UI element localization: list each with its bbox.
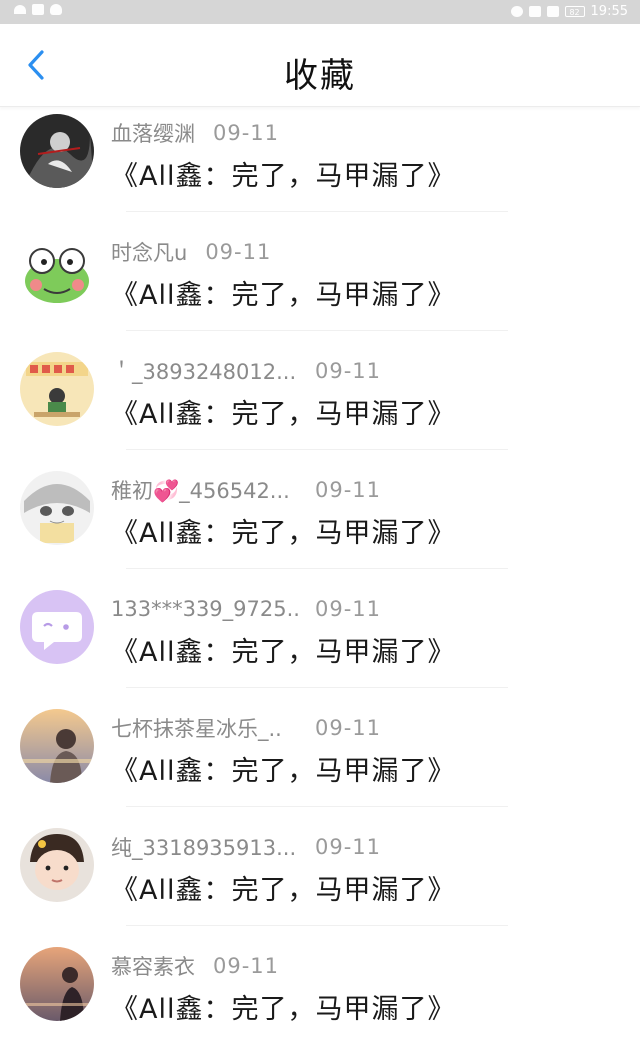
alarm-icon bbox=[528, 6, 541, 17]
avatar[interactable] bbox=[20, 709, 94, 783]
date: 09-11 bbox=[315, 716, 382, 740]
divider bbox=[126, 568, 508, 569]
exam-success-avatar-icon bbox=[20, 352, 94, 426]
date: 09-11 bbox=[315, 359, 382, 383]
username[interactable]: 纯_3318935913... bbox=[111, 832, 315, 862]
list-item[interactable]: ＇_3893248012... 09-11 《All鑫：完了，马甲漏了》 bbox=[0, 348, 640, 467]
page-title: 收藏 bbox=[284, 56, 356, 96]
date: 09-11 bbox=[213, 121, 280, 145]
avatar[interactable] bbox=[20, 828, 94, 902]
list-item[interactable]: 时念凡u 09-11 《All鑫：完了，马甲漏了》 bbox=[0, 229, 640, 348]
notification-icon bbox=[50, 4, 62, 15]
avatar[interactable] bbox=[20, 947, 94, 1021]
item-meta: 七杯抹茶星冰乐_.. 09-11 bbox=[111, 715, 381, 741]
avatar[interactable] bbox=[20, 114, 94, 188]
list-item[interactable]: 七杯抹茶星冰乐_.. 09-11 《All鑫：完了，马甲漏了》 bbox=[0, 705, 640, 824]
item-title[interactable]: 《All鑫：完了，马甲漏了》 bbox=[111, 630, 455, 669]
divider bbox=[126, 687, 508, 688]
avatar[interactable] bbox=[20, 471, 94, 545]
item-meta: 时念凡u 09-11 bbox=[111, 239, 271, 265]
status-time: 19:55 bbox=[590, 4, 628, 19]
username[interactable]: 慕容素衣 bbox=[111, 951, 195, 981]
username[interactable]: 133***339_9725.. bbox=[111, 597, 315, 621]
purple-chat-avatar-icon bbox=[20, 590, 94, 664]
list-item[interactable]: 纯_3318935913... 09-11 《All鑫：完了，马甲漏了》 bbox=[0, 824, 640, 943]
date: 09-11 bbox=[213, 954, 280, 978]
username[interactable]: ＇_3893248012... bbox=[111, 356, 315, 386]
divider bbox=[126, 211, 508, 212]
battery-icon: 82 bbox=[564, 6, 585, 17]
list-item[interactable]: 稚初💞_456542... 09-11 《All鑫：完了，马甲漏了》 bbox=[0, 467, 640, 586]
username[interactable]: 时念凡u bbox=[111, 237, 187, 267]
username[interactable]: 血落缨渊 bbox=[111, 118, 195, 148]
item-title[interactable]: 《All鑫：完了，马甲漏了》 bbox=[111, 868, 455, 907]
wifi-icon bbox=[14, 5, 26, 14]
avatar[interactable] bbox=[20, 590, 94, 664]
item-meta: 133***339_9725.. 09-11 bbox=[111, 596, 381, 622]
status-right-icons: 82 19:55 bbox=[510, 4, 628, 19]
dusk-silhouette-avatar-icon bbox=[20, 947, 94, 1021]
dark-anime-avatar-icon bbox=[20, 114, 94, 188]
item-title[interactable]: 《All鑫：完了，马甲漏了》 bbox=[111, 154, 455, 193]
divider bbox=[126, 449, 508, 450]
sketch-face-avatar-icon bbox=[20, 471, 94, 545]
list-item[interactable]: 慕容素衣 09-11 《All鑫：完了，马甲漏了》 bbox=[0, 943, 640, 1062]
item-meta: 慕容素衣 09-11 bbox=[111, 953, 279, 979]
item-title[interactable]: 《All鑫：完了，马甲漏了》 bbox=[111, 749, 455, 788]
item-meta: 稚初💞_456542... 09-11 bbox=[111, 477, 381, 503]
username[interactable]: 七杯抹茶星冰乐_.. bbox=[111, 713, 315, 743]
mute-icon bbox=[546, 6, 559, 17]
date: 09-11 bbox=[205, 240, 272, 264]
divider bbox=[126, 925, 508, 926]
item-title[interactable]: 《All鑫：完了，马甲漏了》 bbox=[111, 511, 455, 550]
divider bbox=[126, 806, 508, 807]
avatar[interactable] bbox=[20, 352, 94, 426]
username[interactable]: 稚初💞_456542... bbox=[111, 475, 315, 505]
item-title[interactable]: 《All鑫：完了，马甲漏了》 bbox=[111, 987, 455, 1026]
item-meta: ＇_3893248012... 09-11 bbox=[111, 358, 381, 384]
item-title[interactable]: 《All鑫：完了，马甲漏了》 bbox=[111, 273, 455, 312]
divider bbox=[126, 330, 508, 331]
sunset-girl-avatar-icon bbox=[20, 709, 94, 783]
avatar[interactable] bbox=[20, 233, 94, 307]
item-title[interactable]: 《All鑫：完了，马甲漏了》 bbox=[111, 392, 455, 431]
date: 09-11 bbox=[315, 597, 382, 621]
list-item[interactable]: 133***339_9725.. 09-11 《All鑫：完了，马甲漏了》 bbox=[0, 586, 640, 705]
item-meta: 血落缨渊 09-11 bbox=[111, 120, 279, 146]
sim-icon bbox=[32, 4, 44, 15]
list-item[interactable]: 血落缨渊 09-11 《All鑫：完了，马甲漏了》 bbox=[0, 110, 640, 229]
frog-avatar-icon bbox=[20, 233, 94, 307]
favorites-list: 血落缨渊 09-11 《All鑫：完了，马甲漏了》 时念凡u 09-11 《Al… bbox=[0, 110, 640, 1062]
status-left-icons bbox=[14, 4, 62, 15]
date: 09-11 bbox=[315, 478, 382, 502]
eye-icon bbox=[510, 6, 523, 17]
status-bar: 82 19:55 bbox=[0, 0, 640, 24]
item-meta: 纯_3318935913... 09-11 bbox=[111, 834, 381, 860]
header-bar: 收藏 bbox=[0, 24, 640, 107]
date: 09-11 bbox=[315, 835, 382, 859]
toddler-avatar-icon bbox=[20, 828, 94, 902]
